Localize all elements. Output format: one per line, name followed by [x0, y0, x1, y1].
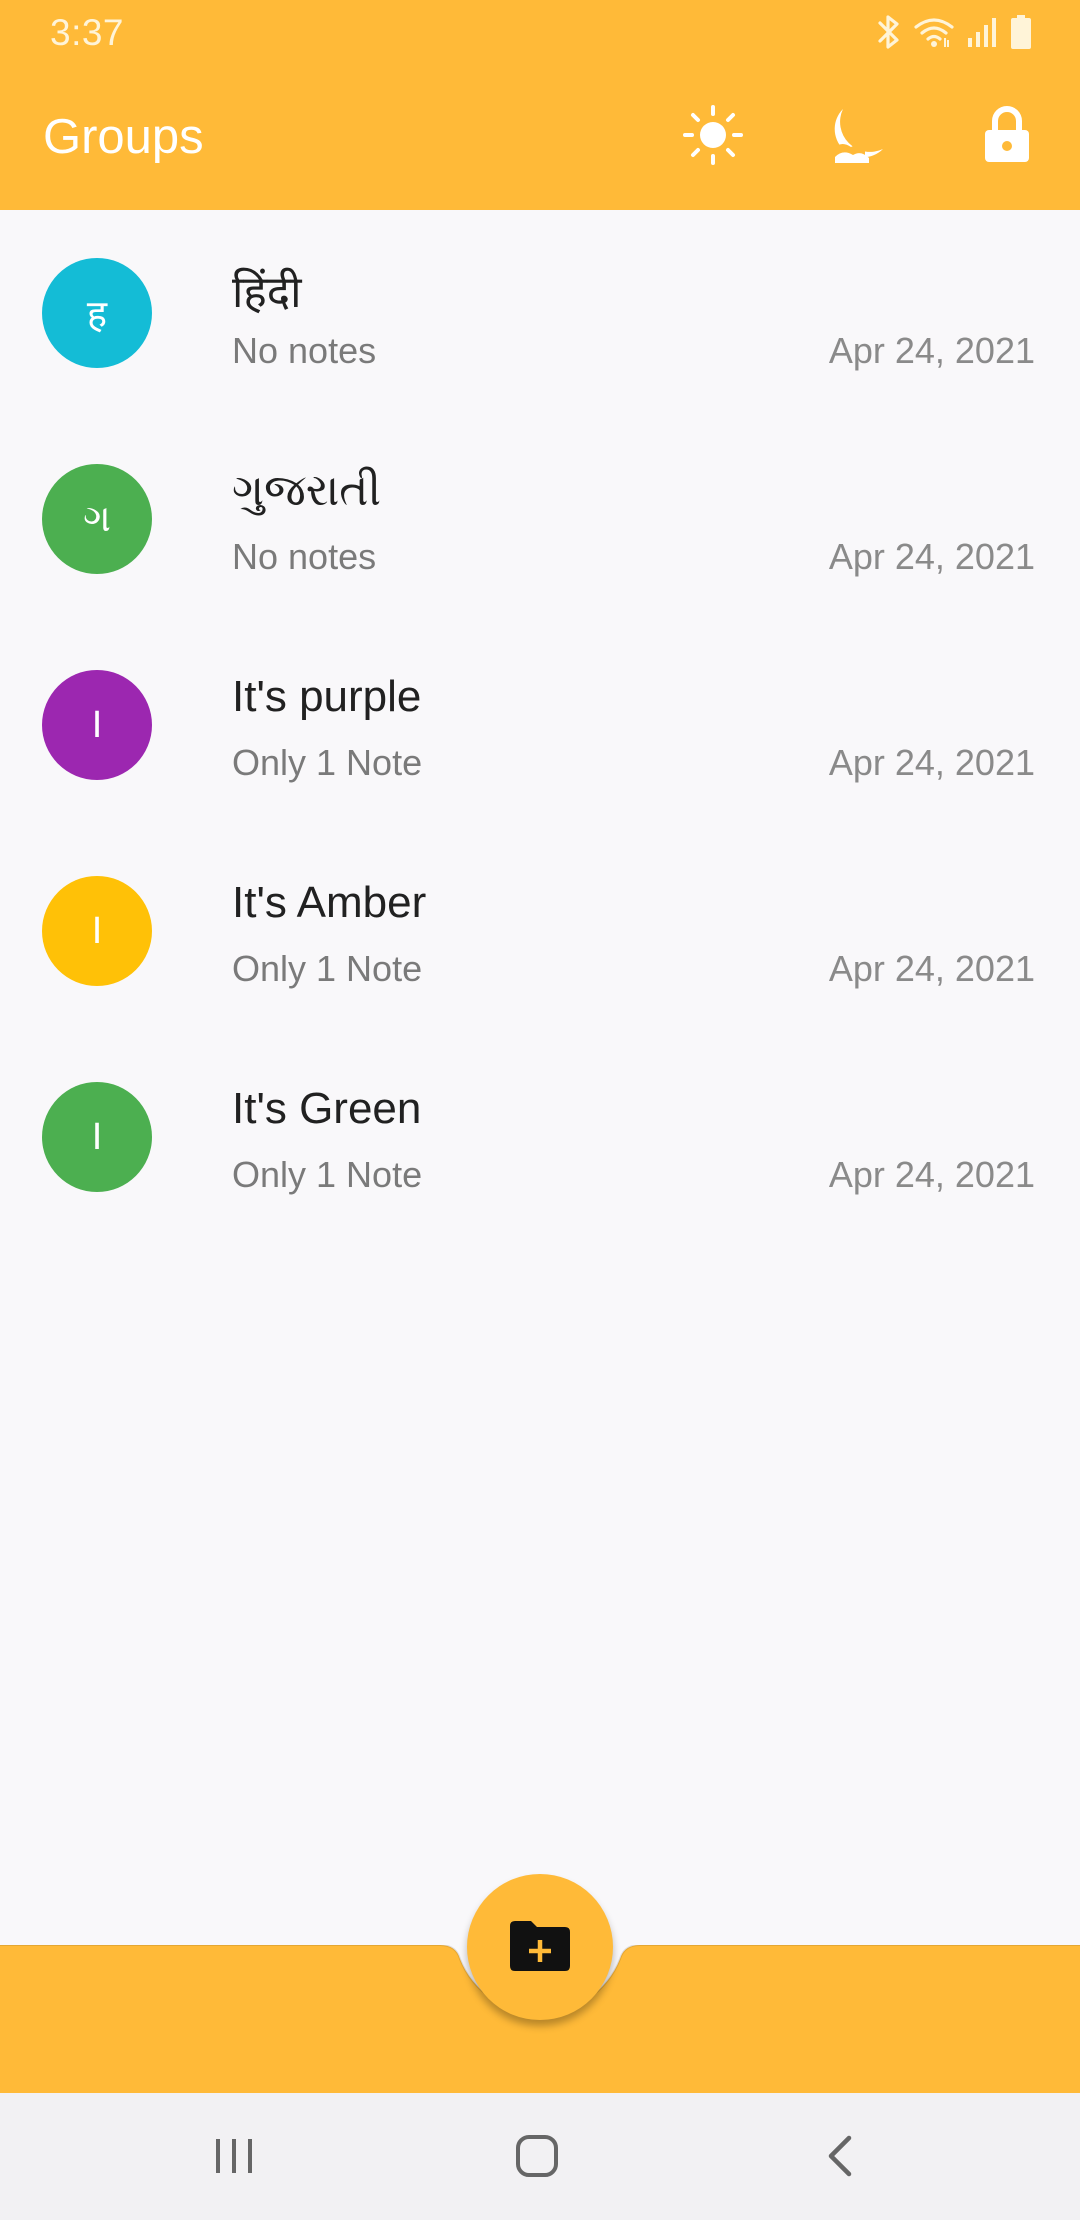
group-note-count: Only 1 Note [232, 948, 423, 989]
group-row-green[interactable]: I It's Green Only 1 Note Apr 24, 2021 [0, 1034, 1080, 1240]
group-title: It's purple [232, 672, 422, 721]
group-title: हिंदी [232, 268, 302, 317]
bluetooth-icon [876, 14, 902, 50]
lock-icon [983, 105, 1031, 169]
add-group-button[interactable] [467, 1874, 613, 2020]
group-note-count: Only 1 Note [232, 742, 423, 783]
group-title: ગુજરાતી [232, 466, 382, 515]
group-row-gujarati[interactable]: ગ ગુજરાતી No notes Apr 24, 2021 [0, 416, 1080, 622]
lock-button[interactable] [970, 100, 1044, 174]
group-list: ह हिंदी No notes Apr 24, 2021 ગ ગુજરાતી … [0, 210, 1080, 1240]
group-title: It's Amber [232, 878, 427, 927]
status-time: 3:37 [50, 12, 125, 53]
group-row-purple[interactable]: I It's purple Only 1 Note Apr 24, 2021 [0, 622, 1080, 828]
light-theme-icon [682, 104, 744, 171]
back-icon [825, 2134, 855, 2183]
wifi-icon [914, 16, 954, 48]
toolbar: Groups [0, 64, 1080, 210]
recent-apps-button[interactable] [194, 2123, 274, 2193]
group-row-hindi[interactable]: ह हिंदी No notes Apr 24, 2021 [0, 210, 1080, 416]
signal-icon [966, 16, 998, 48]
dark-theme-icon [827, 105, 887, 170]
group-avatar: I [42, 670, 152, 780]
home-button[interactable] [497, 2123, 577, 2193]
battery-icon [1010, 15, 1032, 49]
page-title: Groups [43, 110, 204, 164]
group-avatar: I [42, 1082, 152, 1192]
recent-apps-icon [212, 2136, 256, 2181]
group-avatar: ગ [42, 464, 152, 574]
home-icon [515, 2134, 559, 2183]
group-avatar: I [42, 876, 152, 986]
app-header: 3:37 Groups [0, 0, 1080, 210]
group-date: Apr 24, 2021 [828, 1154, 1035, 1195]
system-nav-bar [0, 2093, 1080, 2220]
back-button[interactable] [800, 2123, 880, 2193]
group-row-amber[interactable]: I It's Amber Only 1 Note Apr 24, 2021 [0, 828, 1080, 1034]
group-avatar: ह [42, 258, 152, 368]
group-title: It's Green [232, 1084, 422, 1133]
group-date: Apr 24, 2021 [828, 536, 1035, 577]
group-date: Apr 24, 2021 [828, 742, 1035, 783]
group-note-count: No notes [232, 330, 377, 371]
group-note-count: Only 1 Note [232, 1154, 423, 1195]
light-theme-button[interactable] [676, 100, 750, 174]
status-icons [876, 12, 1032, 52]
new-folder-icon [507, 1918, 573, 1977]
group-note-count: No notes [232, 536, 377, 577]
group-date: Apr 24, 2021 [828, 330, 1035, 371]
group-date: Apr 24, 2021 [828, 948, 1035, 989]
dark-theme-button[interactable] [820, 100, 894, 174]
status-bar: 3:37 [0, 0, 1080, 64]
